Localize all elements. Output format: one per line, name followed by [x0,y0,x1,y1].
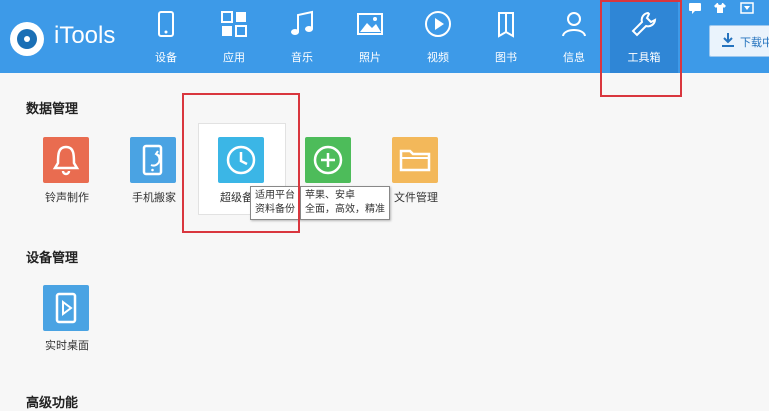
nav-label: 信息 [563,51,585,64]
nav-book[interactable]: 图书 [472,0,540,73]
nav-device[interactable]: 设备 [132,0,200,73]
phone-transfer-icon [130,137,176,183]
nav-label: 视频 [427,51,449,64]
highlight-box-backup [182,93,300,233]
section-title-device-mgmt: 设备管理 [26,251,79,266]
nav-photo[interactable]: 照片 [336,0,404,73]
contact-icon [562,12,586,37]
nav-contact[interactable]: 信息 [540,0,608,73]
nav-apps[interactable]: 应用 [200,0,268,73]
device-icon [158,11,174,37]
message-icon[interactable] [688,2,702,14]
tooltip-platform: 苹果、安卓 全面，高效，精准 [300,186,390,220]
play-screen-icon [43,285,89,331]
nav-video[interactable]: 视频 [404,0,472,73]
tool-phone-transfer[interactable]: 手机搬家 [120,137,188,227]
section-title-data-mgmt: 数据管理 [26,102,79,117]
section-title-advanced: 高级功能 [26,396,79,411]
tooltip-line: 苹果、安卓 [305,190,355,201]
folder-icon [392,137,438,183]
nav-label: 图书 [495,51,517,64]
video-icon [425,11,451,37]
nav-label: 应用 [223,51,245,64]
menu-dropdown-icon[interactable] [740,2,754,14]
itools-logo-icon [10,22,44,56]
tool-file-manager[interactable]: 文件管理 [382,137,450,227]
book-icon [498,12,514,38]
apps-icon [221,11,247,37]
download-label: 下载中 [740,36,769,49]
app-title: iTools [54,22,116,49]
music-icon [291,10,313,35]
highlight-box-toolbox [600,0,682,97]
nav-label: 设备 [155,51,177,64]
tool-label: 实时桌面 [45,339,89,352]
tool-label: 铃声制作 [45,191,89,204]
download-button[interactable]: 下载中 [709,25,769,57]
nav-music[interactable]: 音乐 [268,0,336,73]
plus-circle-icon [305,137,351,183]
nav-label: 音乐 [291,51,313,64]
tool-live-desktop[interactable]: 实时桌面 [33,285,101,375]
skin-shirt-icon[interactable] [713,2,727,14]
download-icon [722,33,734,47]
nav-label: 照片 [359,51,381,64]
app-logo: iTools [10,16,130,60]
photo-icon [357,13,383,35]
tool-ringtone[interactable]: 铃声制作 [33,137,101,227]
bell-icon [43,137,89,183]
tooltip-line: 全面，高效，精准 [305,204,385,215]
